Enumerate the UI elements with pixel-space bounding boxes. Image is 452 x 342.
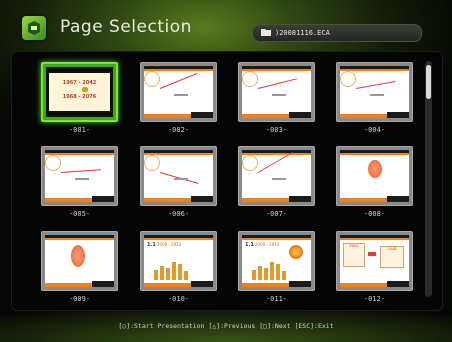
arrow-graphic	[368, 252, 376, 256]
page-number-label: -009-	[68, 295, 91, 303]
chart-bar	[282, 271, 286, 280]
blob-graphic	[71, 245, 85, 267]
slide-text-1: 1967 - 2042	[62, 80, 97, 86]
slide-heading: 1.1	[147, 242, 156, 248]
slide-subheading: 2009 - 2012	[255, 242, 280, 247]
circle-graphic	[144, 71, 160, 87]
calendar-year-right: 2048	[387, 247, 397, 251]
chart-bar	[160, 266, 164, 280]
line-graphic	[355, 81, 396, 89]
circle-graphic	[242, 71, 258, 87]
slide-emblem	[82, 87, 88, 92]
page-thumbnail[interactable]	[336, 146, 413, 206]
page-number-label: -007-	[265, 210, 288, 218]
page-thumbnail[interactable]: 1.1 2009 - 2012	[238, 231, 315, 291]
slide-caption	[75, 178, 89, 180]
calendar-right: 2048	[380, 246, 404, 268]
page-thumbnail[interactable]: 1.1 2009 - 2012	[140, 231, 217, 291]
page-number-label: -001-	[68, 126, 91, 134]
page-number-label: -006-	[167, 210, 190, 218]
presentation-app-icon	[22, 16, 46, 40]
page-number-label: -011-	[265, 295, 288, 303]
page-thumbnail[interactable]	[41, 146, 118, 206]
calendar-year-left: 2003	[349, 244, 359, 248]
file-name-box: )20081116.ECA	[252, 24, 422, 42]
slide-subheading: 2009 - 2012	[157, 242, 182, 247]
chart-bar	[154, 270, 158, 280]
chart-bar	[172, 262, 176, 280]
circle-graphic	[45, 155, 61, 171]
slide-caption	[272, 94, 286, 96]
chart-bar	[252, 270, 256, 280]
circle-graphic	[242, 155, 258, 171]
page-thumbnail[interactable]	[336, 62, 413, 122]
chart-bar	[270, 262, 274, 280]
chart-bar	[178, 264, 182, 280]
chart-bar	[276, 264, 280, 280]
page-number-label: -005-	[68, 210, 91, 218]
scrollbar-thumb[interactable]	[426, 65, 431, 99]
calendar-left: 2003	[343, 243, 365, 267]
key-hints: [○]:Start Presentation [△]:Previous [□]:…	[118, 322, 334, 330]
slide-caption	[272, 178, 286, 180]
page-number-label: -012-	[363, 295, 386, 303]
page-title: Page Selection	[60, 17, 192, 37]
chart-bar	[258, 266, 262, 280]
slide-caption	[174, 94, 188, 96]
page-number-label: -004-	[363, 126, 386, 134]
folder-icon	[261, 29, 271, 36]
circle-graphic	[144, 155, 160, 171]
vertical-scrollbar[interactable]	[425, 61, 432, 297]
page-thumbnail[interactable]: 1967 - 2042 1968 - 2076	[41, 62, 118, 122]
line-graphic	[257, 152, 293, 173]
page-thumbnail[interactable]: 2003 2048	[336, 231, 413, 291]
circle-graphic	[340, 71, 356, 87]
page-thumbnail[interactable]	[140, 146, 217, 206]
sun-graphic	[289, 245, 303, 259]
line-graphic	[159, 73, 198, 89]
blob-graphic	[368, 160, 382, 178]
slide-caption	[174, 178, 188, 180]
line-graphic	[60, 169, 101, 173]
chart-bar	[264, 268, 268, 280]
page-thumbnail[interactable]	[140, 62, 217, 122]
page-number-label: -002-	[167, 126, 190, 134]
page-number-label: -008-	[363, 210, 386, 218]
page-thumbnail[interactable]	[238, 146, 315, 206]
page-thumbnail[interactable]	[238, 62, 315, 122]
page-number-label: -003-	[265, 126, 288, 134]
chart-bar	[184, 271, 188, 280]
file-name: )20081116.ECA	[275, 29, 330, 37]
slide-text-2: 1968 - 2076	[62, 94, 97, 100]
page-thumbnail[interactable]	[41, 231, 118, 291]
line-graphic	[257, 78, 297, 89]
chart-bar	[166, 268, 170, 280]
slide-heading: 1.1	[245, 242, 254, 248]
slide-caption	[370, 94, 384, 96]
page-number-label: -010-	[167, 295, 190, 303]
